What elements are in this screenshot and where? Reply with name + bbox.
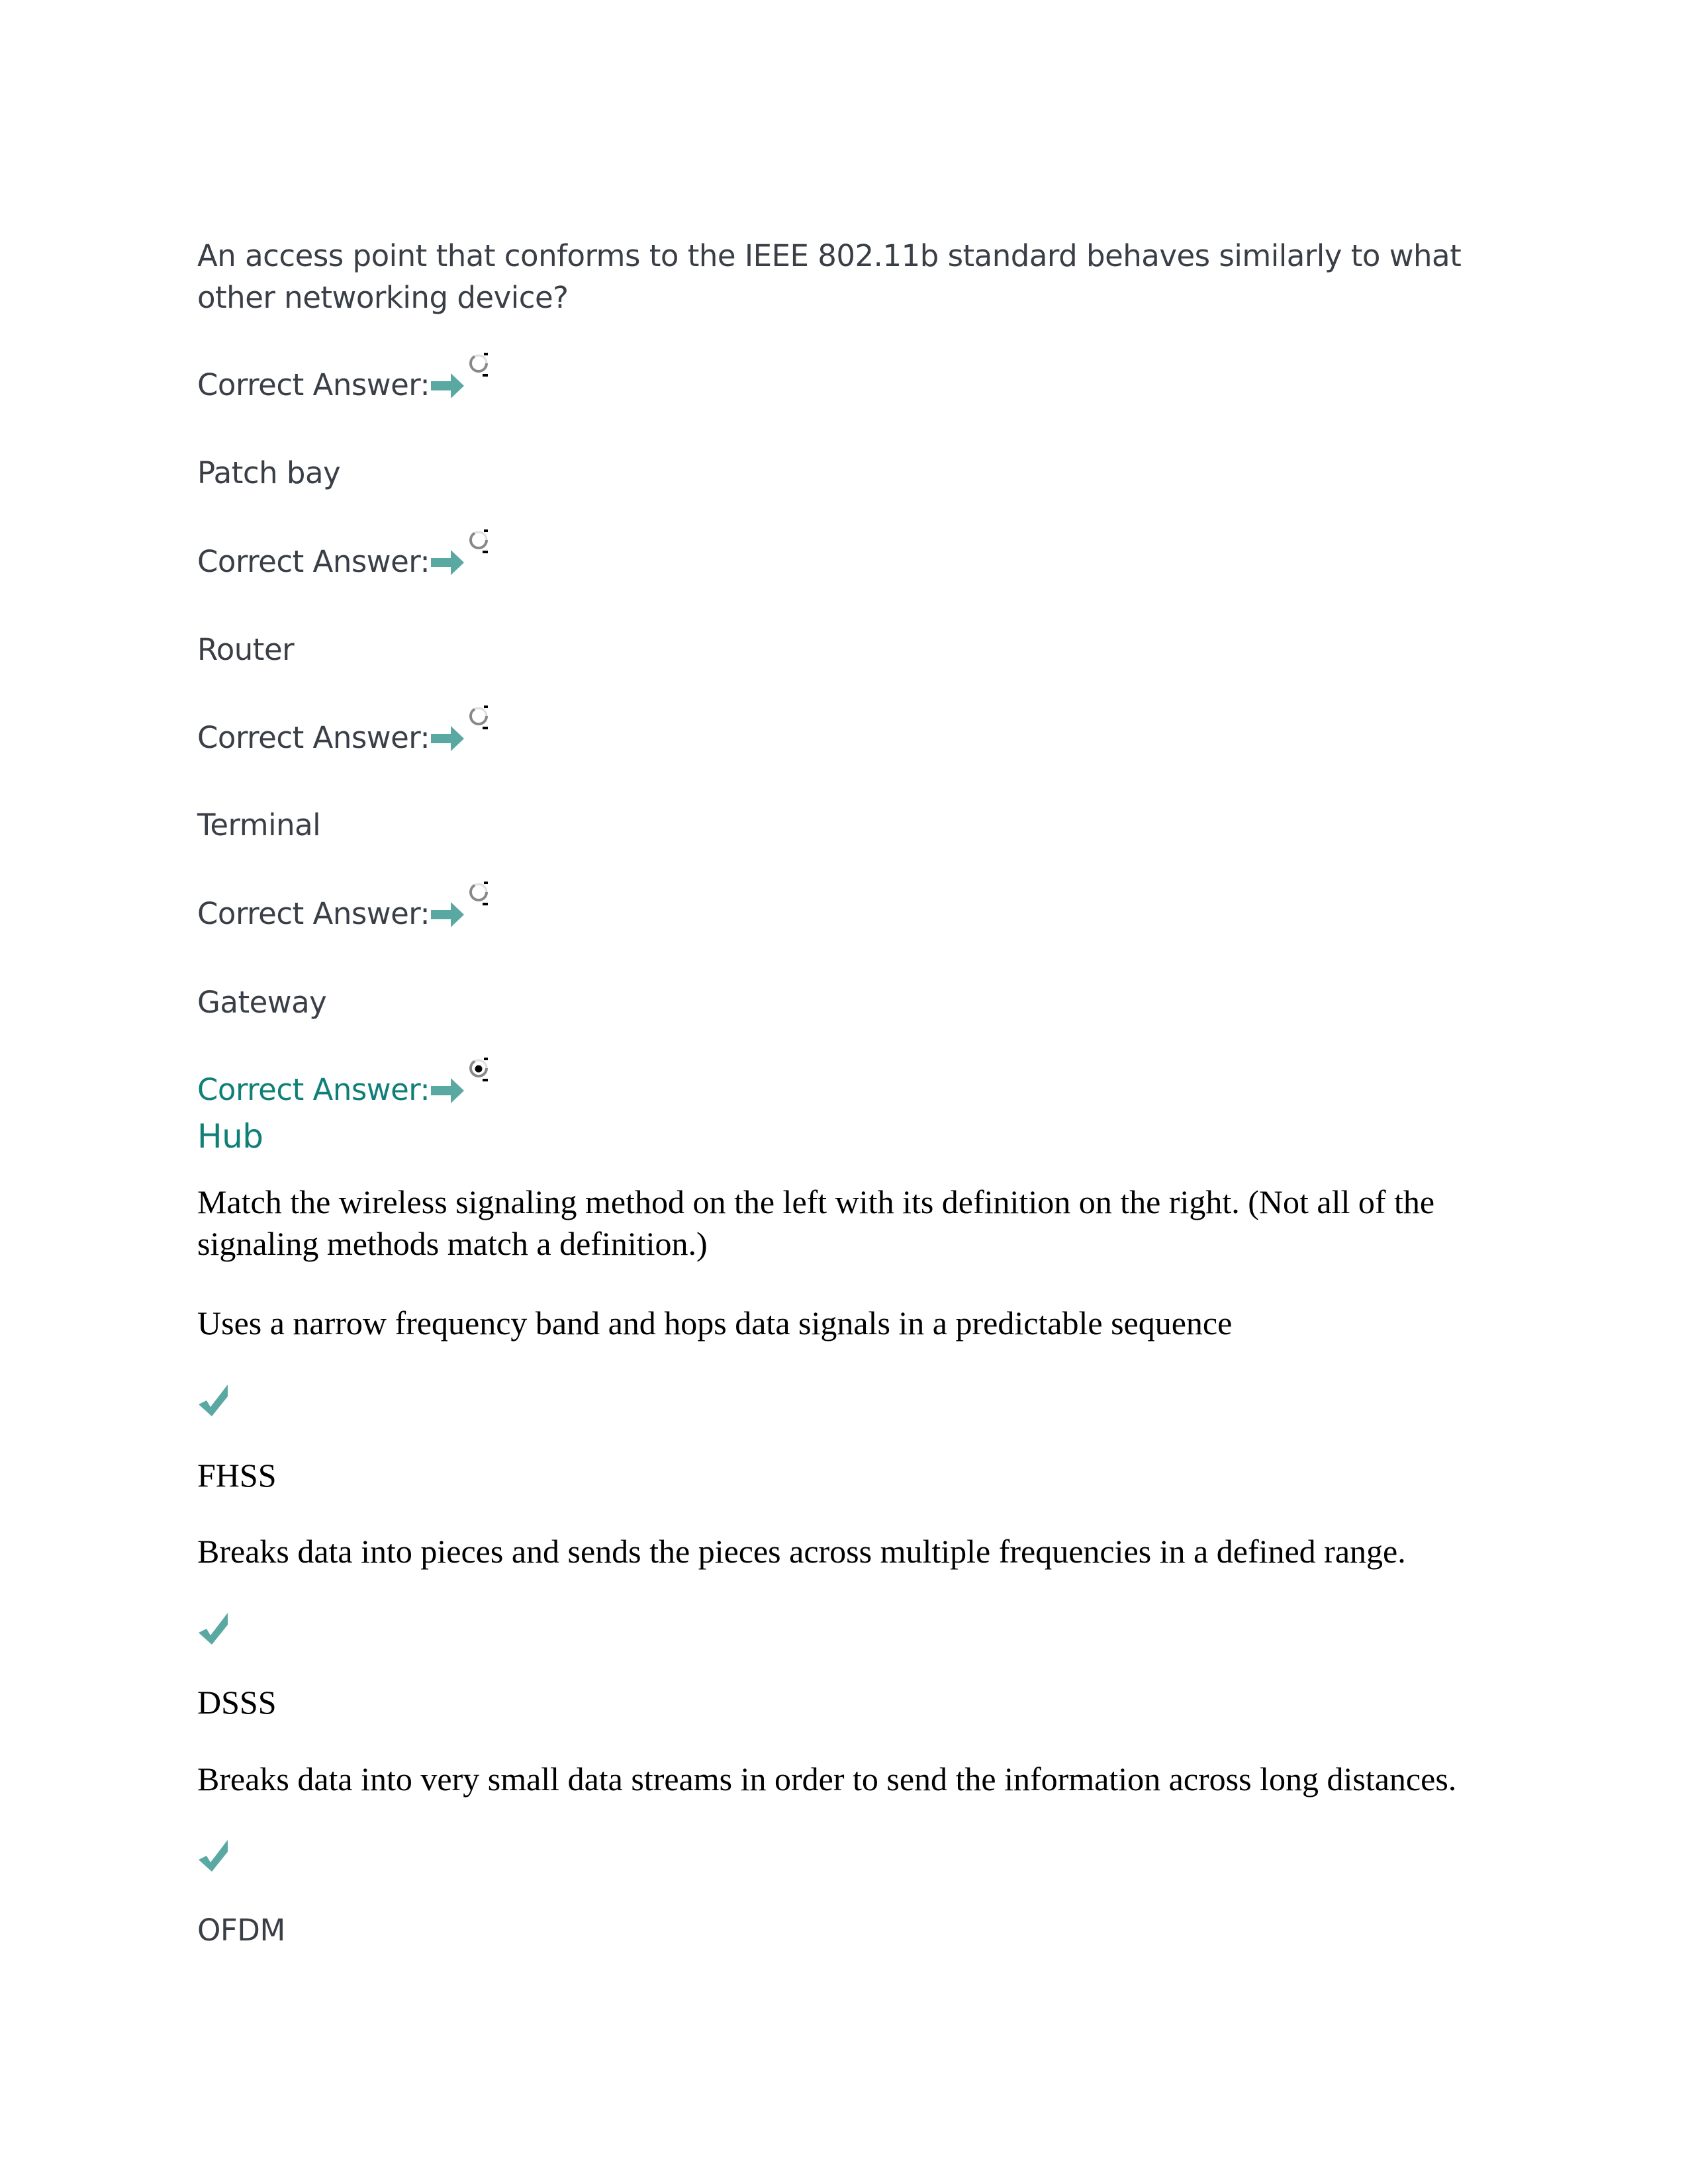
correct-answer-row: Correct Answer:	[197, 882, 492, 931]
arrow-right-icon	[431, 902, 465, 927]
option-label: Terminal	[197, 807, 321, 842]
question-2-text: Match the wireless signaling method on t…	[197, 1183, 1435, 1262]
correct-answer-label: Correct Answer:	[197, 367, 430, 402]
arrow-right-icon	[431, 726, 465, 751]
correct-answer-row: Correct Answer:	[197, 353, 492, 402]
arrow-right-icon	[431, 550, 465, 575]
checkmark-icon	[199, 1613, 228, 1645]
correct-answer-row: Correct Answer:	[197, 705, 492, 755]
correct-answer-label: Correct Answer:	[197, 720, 430, 755]
correct-option-label: Hub	[197, 1117, 263, 1156]
correct-answer-row: Correct Answer:	[197, 529, 492, 579]
answer-label: FHSS	[197, 1457, 277, 1494]
correct-answer-row-selected: Correct Answer:	[197, 1058, 492, 1107]
radio-unselected-icon[interactable]	[468, 529, 492, 556]
arrow-right-icon	[431, 373, 465, 398]
correct-answer-label: Correct Answer:	[197, 544, 430, 579]
answer-label: DSSS	[197, 1684, 277, 1721]
option-label: Gateway	[197, 985, 327, 1020]
definition-text: Breaks data into pieces and sends the pi…	[197, 1533, 1406, 1570]
definition-text: Uses a narrow frequency band and hops da…	[197, 1304, 1233, 1342]
question-1-text: An access point that conforms to the IEE…	[197, 238, 1462, 315]
radio-selected-icon[interactable]	[468, 1058, 492, 1084]
checkmark-icon	[199, 1385, 228, 1416]
definition-text: Breaks data into very small data streams…	[197, 1760, 1457, 1797]
correct-answer-label: Correct Answer:	[197, 1072, 430, 1107]
option-label: Patch bay	[197, 455, 341, 490]
option-label: Router	[197, 632, 295, 667]
answer-label: OFDM	[197, 1913, 285, 1948]
correct-answer-label: Correct Answer:	[197, 896, 430, 931]
checkmark-icon	[199, 1840, 228, 1872]
arrow-right-icon	[431, 1078, 465, 1103]
radio-unselected-icon[interactable]	[468, 705, 492, 732]
radio-unselected-icon[interactable]	[468, 882, 492, 908]
radio-unselected-icon[interactable]	[468, 353, 492, 379]
